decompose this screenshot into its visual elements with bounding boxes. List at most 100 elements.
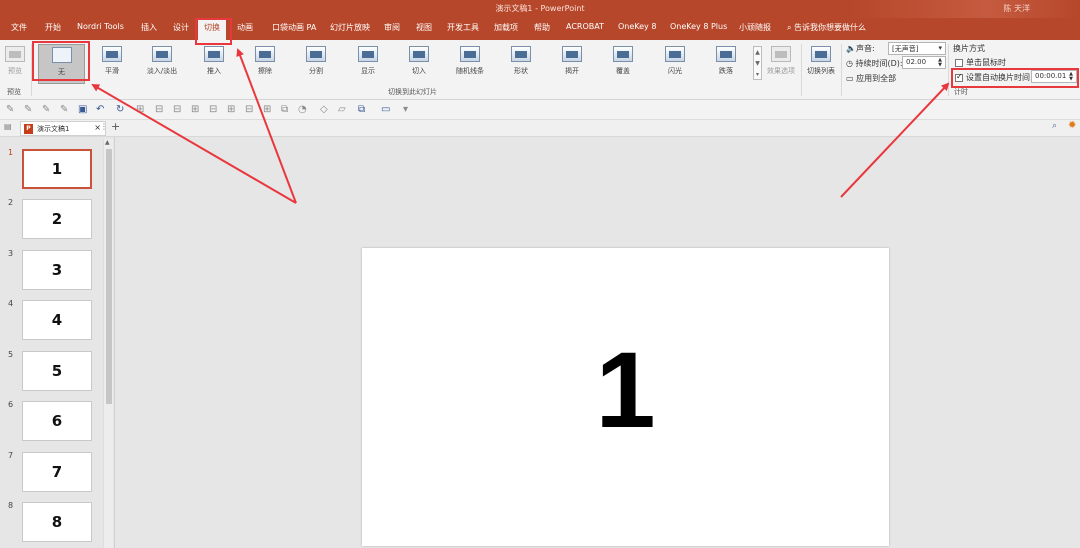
fill-icon[interactable]: ◇ <box>320 104 328 115</box>
slide-number: 8 <box>8 501 14 510</box>
align-icon[interactable]: ⊞ <box>227 104 235 115</box>
slide-number: 7 <box>8 451 14 460</box>
tab-review[interactable]: 审阅 <box>384 22 400 33</box>
pane-toggle-icon[interactable]: ▤ <box>4 122 12 131</box>
transition-morph-button[interactable]: 平滑 <box>92 44 132 84</box>
slide-thumbnail[interactable]: 2 <box>22 199 92 239</box>
gallery-scroll[interactable]: ▲ ▼ ▾ <box>753 46 762 80</box>
group-icon[interactable]: ⧉ <box>281 104 288 115</box>
tab-addins[interactable]: 加载项 <box>494 22 518 33</box>
slide-thumbnail[interactable]: 8 <box>22 502 92 542</box>
align-icon[interactable]: ⊟ <box>155 104 163 115</box>
preview-button[interactable]: 预览 <box>0 44 30 84</box>
transition-push-button[interactable]: 推入 <box>194 44 234 84</box>
fade-icon <box>152 46 172 62</box>
undo-icon[interactable]: ↶ <box>96 104 104 115</box>
effect-options-button[interactable]: 效果选项 <box>762 44 800 84</box>
slide-canvas[interactable]: 1 <box>362 248 889 546</box>
duration-label: ◷ 持续时间(D): <box>846 59 903 68</box>
align-icon[interactable]: ⊟ <box>173 104 181 115</box>
tab-view[interactable]: 视图 <box>416 22 432 33</box>
transition-shape-button[interactable]: 形状 <box>501 44 541 84</box>
tab-file[interactable]: 文件 <box>11 22 27 33</box>
transition-cover-button[interactable]: 覆盖 <box>603 44 643 84</box>
present-icon[interactable]: ▭ <box>381 104 390 115</box>
tab-onekey8[interactable]: OneKey 8 <box>618 22 656 31</box>
shape-icon[interactable]: ◔ <box>298 104 307 115</box>
tab-onekey8-plus[interactable]: OneKey 8 Plus <box>670 22 727 31</box>
separator <box>841 44 842 96</box>
transition-wipe-button[interactable]: 擦除 <box>245 44 285 84</box>
wipe-icon <box>255 46 275 62</box>
transition-fade-button[interactable]: 淡入/淡出 <box>142 44 182 84</box>
customize-icon[interactable]: ▾ <box>403 104 408 115</box>
tab-acrobat[interactable]: ACROBAT <box>566 22 604 31</box>
ribbon-transitions: 预览 预览 无 平滑 淡入/淡出 推入 擦除 分割 显示 切入 随机线条 形状 … <box>0 40 1080 100</box>
title-bar: 演示文稿1 - PowerPoint 陈 天洋 <box>0 0 1080 18</box>
align-icon[interactable]: ⊞ <box>263 104 271 115</box>
eyedropper-icon[interactable]: ✎ <box>6 104 14 115</box>
transition-list-button[interactable]: 切换列表 <box>803 44 839 84</box>
tab-design[interactable]: 设计 <box>173 22 189 33</box>
transition-split-button[interactable]: 分割 <box>296 44 336 84</box>
slide-content-text[interactable]: 1 <box>362 336 889 444</box>
tab-nordri-tools[interactable]: Nordri Tools <box>77 22 124 31</box>
transition-fall-over-button[interactable]: 跌落 <box>706 44 746 84</box>
slide-thumbnail[interactable]: 1 <box>22 149 92 189</box>
align-icon[interactable]: ⊟ <box>209 104 217 115</box>
thumbnail-scrollbar[interactable]: ▲ <box>103 139 113 548</box>
transition-uncover-button[interactable]: 揭开 <box>552 44 592 84</box>
slide-thumbnail[interactable]: 5 <box>22 351 92 391</box>
apply-all-button[interactable]: ▭ 应用到全部 <box>846 73 896 84</box>
transition-random-bars-button[interactable]: 随机线条 <box>450 44 490 84</box>
split-icon <box>306 46 326 62</box>
scroll-up-icon[interactable]: ▲ <box>105 139 110 146</box>
transition-cut-button[interactable]: 切入 <box>399 44 439 84</box>
quick-access-toolbar: ✎ ✎ ✎ ✎ ▣ ↶ ↻ ⊞ ⊟ ⊟ ⊞ ⊟ ⊞ ⊟ ⊞ ⧉ ◔ ◇ ▱ ⧉ … <box>0 100 1080 120</box>
outline-icon[interactable]: ▱ <box>338 104 346 115</box>
scrollbar-thumb[interactable] <box>106 149 112 404</box>
on-click-checkbox[interactable] <box>955 58 963 67</box>
slide-number: 3 <box>8 249 14 258</box>
redo-icon[interactable]: ↻ <box>116 104 124 115</box>
slide-thumbnail[interactable]: 7 <box>22 452 92 492</box>
tab-home[interactable]: 开始 <box>45 22 61 33</box>
on-click-option[interactable]: 单击鼠标时 <box>955 57 1006 68</box>
document-tab[interactable]: P 演示文稿1 × <box>20 121 106 136</box>
document-tab-bar: ▤ P 演示文稿1 × ⋮ + ⌕ ✹ <box>0 120 1080 137</box>
flash-icon <box>665 46 685 62</box>
spinner-icon[interactable]: ▲ ▼ <box>938 58 942 68</box>
more-icon[interactable]: ⋮ <box>100 122 108 131</box>
chevron-down-icon: ▾ <box>938 44 942 52</box>
tab-developer[interactable]: 开发工具 <box>447 22 479 33</box>
tab-xiaowan[interactable]: 小顽随报 <box>739 22 771 33</box>
tab-animations[interactable]: 动画 <box>237 22 253 33</box>
align-icon[interactable]: ⊟ <box>245 104 253 115</box>
tab-insert[interactable]: 插入 <box>141 22 157 33</box>
sound-select[interactable]: [无声音] ▾ <box>888 42 946 55</box>
save-icon[interactable]: ▣ <box>78 104 87 115</box>
highlight-auto-advance <box>951 68 1079 88</box>
effect-options-icon <box>771 46 791 62</box>
eyedropper-icon[interactable]: ✎ <box>24 104 32 115</box>
slide-thumbnail[interactable]: 6 <box>22 401 92 441</box>
eyedropper-icon[interactable]: ✎ <box>42 104 50 115</box>
effect-icon[interactable]: ⧉ <box>358 104 365 115</box>
zoom-icon[interactable]: ⌕ <box>1052 121 1057 131</box>
slide-thumbnail[interactable]: 3 <box>22 250 92 290</box>
tab-pocket-animation[interactable]: 口袋动画 PA <box>272 22 316 33</box>
eyedropper-icon[interactable]: ✎ <box>60 104 68 115</box>
transition-reveal-button[interactable]: 显示 <box>348 44 388 84</box>
slide-thumbnail[interactable]: 4 <box>22 300 92 340</box>
tab-slideshow[interactable]: 幻灯片放映 <box>330 22 370 33</box>
new-tab-icon[interactable]: + <box>111 120 120 133</box>
separator <box>801 44 802 96</box>
align-icon[interactable]: ⊞ <box>136 104 144 115</box>
align-icon[interactable]: ⊞ <box>191 104 199 115</box>
user-name[interactable]: 陈 天洋 <box>1003 3 1030 14</box>
settings-gear-icon[interactable]: ✹ <box>1068 120 1076 131</box>
duration-input[interactable]: 02.00 ▲ ▼ <box>902 56 946 69</box>
tell-me-box[interactable]: ⌕ 告诉我你想要做什么 <box>787 22 866 33</box>
tab-help[interactable]: 帮助 <box>534 22 550 33</box>
transition-flash-button[interactable]: 闪光 <box>655 44 695 84</box>
